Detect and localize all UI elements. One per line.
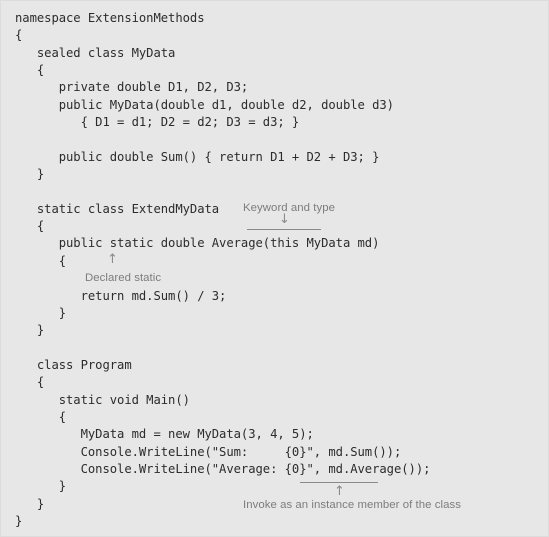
annotation-keyword-and-type-underline — [247, 229, 321, 230]
code-line: MyData md = new MyData(3, 4, 5); — [15, 427, 314, 442]
code-line: sealed class MyData — [15, 45, 176, 60]
annotation-keyword-and-type-arrow-icon: ↓ — [279, 212, 290, 227]
code-line: public MyData(double d1, double d2, doub… — [15, 97, 394, 112]
code-listing: namespace ExtensionMethods { sealed class… — [15, 10, 535, 530]
code-line: public static double Average(this MyData… — [15, 236, 380, 251]
code-line: } — [15, 167, 45, 182]
annotation-invoke-instance-arrow-icon: ↑ — [334, 484, 345, 499]
code-line: { D1 = d1; D2 = d2; D3 = d3; } — [15, 115, 300, 130]
annotation-declared-static-arrow-icon: ↑ — [107, 252, 118, 267]
annotation-invoke-instance-underline — [300, 482, 378, 483]
code-line: { — [15, 219, 45, 234]
code-line: public double Sum() { return D1 + D2 + D… — [15, 149, 380, 164]
code-line: static void Main() — [15, 392, 190, 407]
code-line: namespace ExtensionMethods — [15, 11, 205, 25]
code-line: Console.WriteLine("Average: {0}", md.Ave… — [15, 461, 431, 476]
code-line: { — [15, 409, 67, 424]
code-line: return md.Sum() / 3; — [15, 288, 227, 303]
code-line: } — [15, 513, 23, 528]
code-line: { — [15, 253, 67, 268]
code-figure: namespace ExtensionMethods { sealed class… — [0, 0, 549, 537]
code-line: private double D1, D2, D3; — [15, 80, 249, 95]
code-line: Console.WriteLine("Sum: {0}", md.Sum()); — [15, 444, 402, 459]
code-line: } — [15, 323, 45, 338]
code-line: { — [15, 375, 45, 390]
annotation-invoke-instance-label: Invoke as an instance member of the clas… — [243, 499, 461, 511]
code-line: } — [15, 305, 67, 320]
code-line: class Program — [15, 357, 132, 372]
code-line: { — [15, 28, 23, 43]
annotation-declared-static-label: Declared static — [85, 272, 162, 284]
code-line: { — [15, 63, 45, 78]
code-line: } — [15, 479, 67, 494]
